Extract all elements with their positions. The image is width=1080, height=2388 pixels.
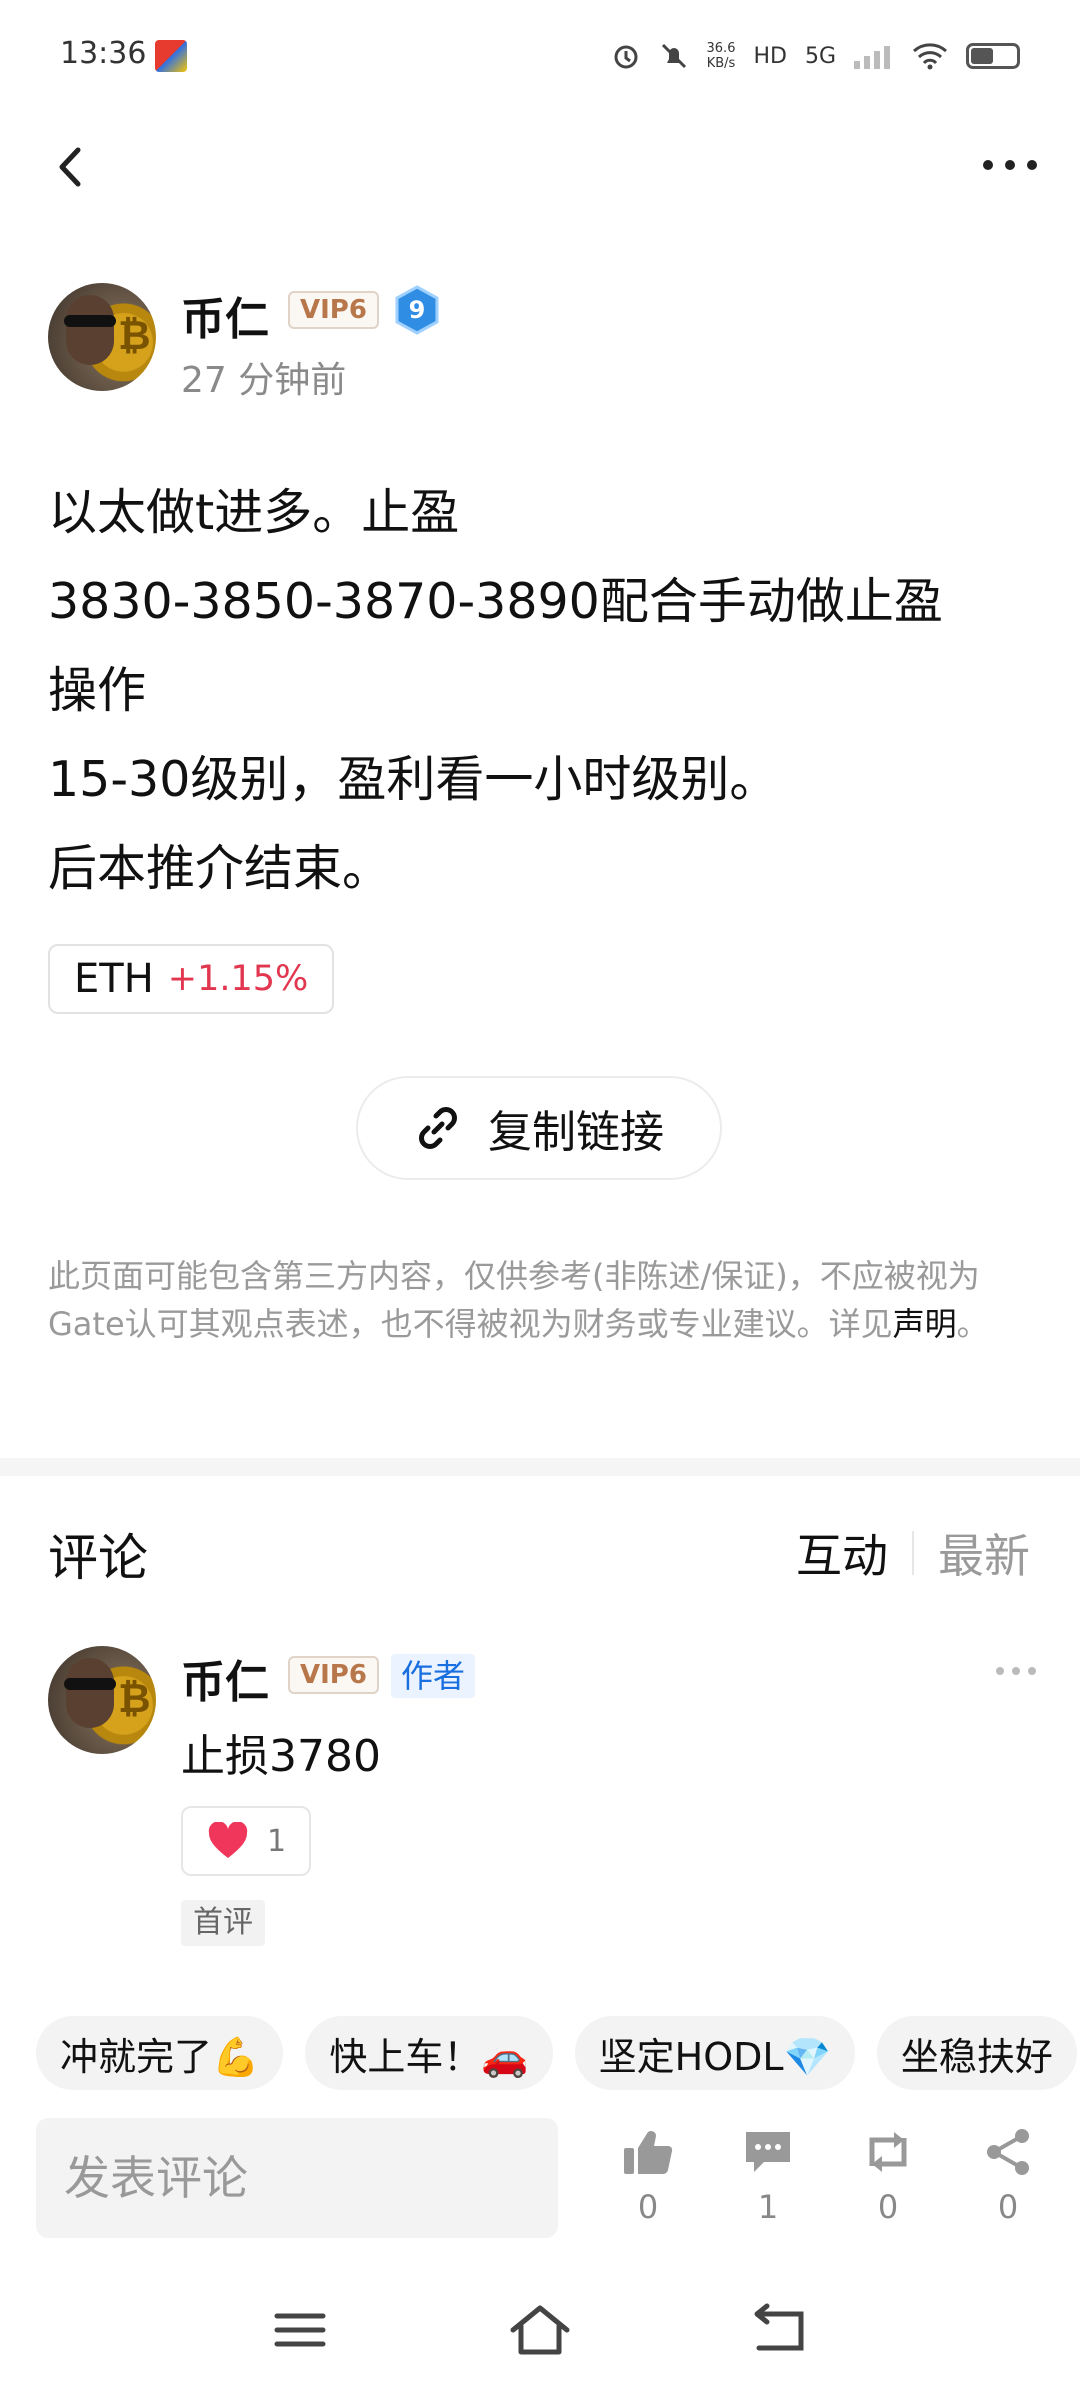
heart-icon (208, 1822, 248, 1858)
comment-more-icon[interactable] (994, 1664, 1038, 1678)
link-icon (419, 1107, 457, 1149)
comment-like-button[interactable]: 1 (181, 1806, 311, 1876)
bitcoin-coin-icon: ₿ (118, 313, 151, 359)
quick-reply-chip[interactable]: 快上车！🚗 (305, 2016, 553, 2090)
post-line: 操作 (48, 662, 147, 719)
avatar[interactable]: ₿ (48, 283, 156, 391)
post-time: 27 分钟前 (181, 360, 347, 401)
hd-icon: HD (753, 43, 787, 69)
comment-sort: 互动 最新 (796, 1520, 1030, 1586)
section-divider (0, 1458, 1080, 1476)
disclaimer-end: 。 (956, 1305, 989, 1343)
alarm-icon (614, 45, 638, 69)
copy-link-label: 复制链接 (488, 1107, 664, 1158)
app-notification-icon (155, 40, 187, 72)
vip-badge: VIP6 (288, 291, 379, 329)
statement-link[interactable]: 声明 (893, 1305, 957, 1343)
vip-badge: VIP6 (288, 1656, 379, 1694)
disclaimer: 此页面可能包含第三方内容，仅供参考(非陈述/保证)，不应被视为Gate认可其观点… (48, 1252, 1038, 1348)
back-arrow-icon[interactable] (52, 142, 92, 192)
sort-latest-tab[interactable]: 最新 (938, 1520, 1030, 1586)
coin-tag[interactable]: ETH +1.15% (48, 944, 335, 1014)
quick-replies: 冲就完了💪 快上车！🚗 坚定HODL💎 坐稳扶好 (36, 2016, 1080, 2090)
comment-author-name[interactable]: 币仁 (181, 1646, 269, 1710)
level-badge-icon: 9 (395, 285, 439, 335)
status-bar: 13:36 36.6 KB/s HD 5G (0, 0, 1080, 110)
copy-link-button[interactable]: 复制链接 (356, 1076, 722, 1180)
author-badge: 作者 (391, 1654, 476, 1698)
post-line: 15-30级别，盈利看一小时级别。 (48, 751, 779, 808)
comment-count: 1 (757, 2188, 779, 2226)
comment-bubble-icon (746, 2132, 790, 2172)
post-line: 3830-3850-3870-3890配合手动做止盈 (48, 573, 943, 630)
quick-reply-chip[interactable]: 冲就完了💪 (36, 2016, 284, 2090)
mute-bell-icon (661, 43, 686, 69)
quick-reply-chip[interactable]: 坚定HODL💎 (574, 2016, 855, 2090)
repost-icon (869, 2132, 907, 2172)
comment-item: ₿ 币仁 VIP6 作者 止损3780 1 首评 (48, 1646, 1038, 1956)
like-action[interactable]: 0 (608, 2128, 688, 2238)
first-comment-badge: 首评 (181, 1900, 265, 1946)
more-options-icon[interactable] (980, 150, 1040, 180)
signal-icon (854, 46, 890, 69)
quick-reply-chip[interactable]: 坐稳扶好 (876, 2016, 1077, 2090)
post-line: 后本推介结束。 (48, 840, 392, 897)
comment-action[interactable]: 1 (728, 2128, 808, 2238)
thumbs-up-icon (624, 2131, 673, 2175)
avatar-face (66, 295, 114, 365)
post-line: 以太做t进多。止盈 (48, 484, 460, 541)
comment-input[interactable] (64, 2151, 544, 2205)
share-count: 0 (997, 2188, 1019, 2226)
disclaimer-text: 此页面可能包含第三方内容，仅供参考(非陈述/保证)，不应被视为Gate认可其观点… (48, 1257, 980, 1343)
like-count: 0 (637, 2188, 659, 2226)
coin-symbol: ETH (74, 956, 154, 1002)
avatar[interactable]: ₿ (48, 1646, 156, 1754)
top-nav (0, 120, 1080, 210)
bitcoin-coin-icon: ₿ (118, 1676, 151, 1722)
net-speed-value: 36.6 (706, 41, 736, 56)
wifi-icon (913, 43, 947, 70)
avatar-glasses (64, 315, 116, 327)
avatar-face (66, 1658, 114, 1728)
sort-interactive-tab[interactable]: 互动 (796, 1520, 888, 1586)
share-icon (987, 2129, 1029, 2175)
coin-change: +1.15% (167, 959, 309, 999)
status-time: 13:36 (60, 36, 147, 71)
comment-composer[interactable] (36, 2118, 558, 2238)
comment-text: 止损3780 (181, 1731, 381, 1782)
network-5g-icon: 5G (804, 43, 836, 69)
menu-icon[interactable] (265, 2300, 335, 2360)
avatar-glasses (64, 1678, 116, 1690)
battery-icon (966, 43, 1020, 69)
post-body: 以太做t进多。止盈 3830-3850-3870-3890配合手动做止盈 操作 … (48, 468, 1038, 913)
share-action[interactable]: 0 (968, 2128, 1048, 2238)
status-icons: 36.6 KB/s HD 5G (611, 36, 1020, 76)
repost-action[interactable]: 0 (848, 2128, 928, 2238)
sort-separator (912, 1531, 914, 1575)
back-nav-icon[interactable] (745, 2300, 815, 2360)
net-speed: 36.6 KB/s (707, 41, 736, 71)
net-speed-unit: KB/s (706, 56, 736, 71)
home-icon[interactable] (505, 2300, 575, 2360)
comment-like-count: 1 (267, 1823, 287, 1859)
author-name[interactable]: 币仁 (181, 283, 269, 347)
level-number: 9 (409, 296, 426, 324)
post-author: ₿ 币仁 VIP6 9 27 分钟前 (48, 283, 1028, 403)
system-nav-bar (0, 2280, 1080, 2388)
comments-title: 评论 (48, 1529, 148, 1587)
repost-count: 0 (877, 2188, 899, 2226)
